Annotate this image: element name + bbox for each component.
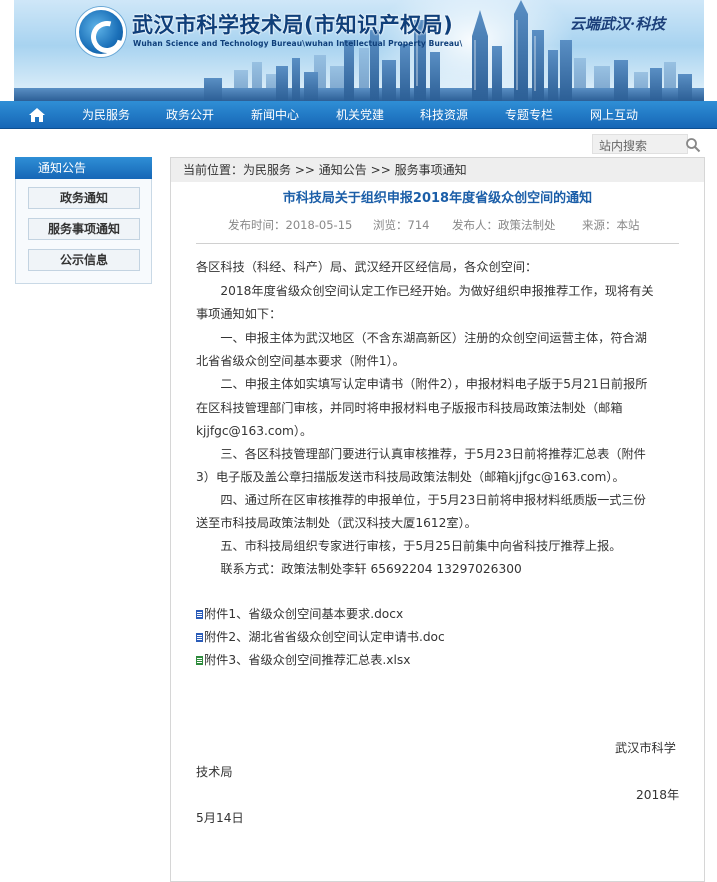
home-icon[interactable]: [28, 107, 46, 123]
signature-date: 2018年: [636, 788, 680, 802]
body-line: 一、申报主体为武汉地区（不含东湖高新区）注册的众创空间运营主体，符合湖: [196, 331, 647, 345]
attachment-link[interactable]: 附件3、省级众创空间推荐汇总表.xlsx: [196, 650, 410, 668]
signature-org-cont: 技术局: [196, 765, 233, 779]
body-line: kjjfgc@163.com）。: [196, 424, 313, 438]
attachment-link[interactable]: 附件1、省级众创空间基本要求.docx: [196, 604, 403, 622]
body-line: 各区科技（科经、科产）局、武汉经开区经信局，各众创空间：: [196, 260, 538, 274]
article-source: 来源：本站: [582, 218, 640, 232]
attachment-label[interactable]: 附件3、省级众创空间推荐汇总表.xlsx: [204, 653, 410, 667]
nav-item-service[interactable]: 为民服务: [82, 101, 130, 129]
breadcrumb-link-service[interactable]: 为民服务: [243, 163, 291, 177]
attachment-label[interactable]: 附件2、湖北省省级众创空间认定申请书.doc: [204, 630, 445, 644]
header-banner: 武汉市科学技术局(市知识产权局) Wuhan Science and Techn…: [14, 0, 704, 101]
article-title: 市科技局关于组织申报2018年度省级众创空间的通知: [282, 191, 593, 206]
word-file-icon: [196, 610, 203, 619]
site-slogan: 云端武汉·科技: [570, 15, 666, 33]
body-line: 北省省级众创空间基本要求（附件1）。: [196, 354, 405, 368]
article-date: 发布时间：2018-05-15: [228, 218, 353, 232]
article-views: 浏览：714: [373, 218, 430, 232]
main-nav: 为民服务 政务公开 新闻中心 机关党建 科技资源 专题专栏 网上互动: [0, 101, 717, 129]
body-line: 五、市科技局组织专家进行审核，于5月25日前集中向省科技厅推荐上报。: [196, 539, 622, 553]
body-line: 三、各区科技管理部门要进行认真审核推荐，于5月23日前将推荐汇总表（附件: [196, 447, 646, 461]
breadcrumb-current[interactable]: 服务事项通知: [395, 163, 467, 177]
body-line: 二、申报主体如实填写认定申请书（附件2），申报材料电子版于5月21日前报所: [196, 377, 648, 391]
nav-item-news[interactable]: 新闻中心: [251, 101, 299, 129]
breadcrumb-prefix: 当前位置：: [183, 163, 244, 177]
excel-file-icon: [196, 656, 203, 665]
search-icon[interactable]: [685, 137, 701, 153]
logo-icon: [76, 7, 126, 57]
body-line: 四、通过所在区审核推荐的申报单位，于5月23日前将申报材料纸质版一式三份: [196, 493, 646, 507]
search-placeholder: 站内搜索: [599, 139, 648, 153]
nav-item-public-affairs[interactable]: 政务公开: [166, 101, 214, 129]
title-divider: [196, 243, 679, 244]
article-publisher: 发布人：政策法制处: [452, 218, 556, 232]
body-line: 3）电子版及盖公章扫描版发送市科技局政策法制处（邮箱kjjfgc@163.com…: [196, 470, 625, 484]
signature-org: 武汉市科学: [615, 741, 676, 755]
nav-item-topics[interactable]: 专题专栏: [505, 101, 553, 129]
breadcrumb-separator: >>: [294, 163, 315, 177]
sidebar-item-gov-notice[interactable]: 政务通知: [28, 187, 140, 209]
breadcrumb-link-notice[interactable]: 通知公告: [319, 163, 367, 177]
nav-item-resources[interactable]: 科技资源: [420, 101, 468, 129]
body-line: 联系方式：政策法制处李轩 65692204 13297026300: [196, 562, 522, 576]
sidebar-item-service-notice[interactable]: 服务事项通知: [28, 218, 140, 240]
word-file-icon: [196, 633, 203, 642]
site-title: 武汉市科学技术局(市知识产权局): [132, 13, 454, 37]
nav-item-interaction[interactable]: 网上互动: [590, 101, 638, 129]
breadcrumb: 当前位置：为民服务 >> 通知公告 >> 服务事项通知: [171, 158, 704, 182]
attachment-link[interactable]: 附件2、湖北省省级众创空间认定申请书.doc: [196, 627, 445, 645]
body-line: 送至市科技局政策法制处（武汉科技大厦1612室）。: [196, 516, 477, 530]
signature-date-cont: 5月14日: [196, 811, 244, 825]
body-line: 事项通知如下：: [196, 307, 282, 321]
breadcrumb-separator: >>: [370, 163, 391, 177]
sidebar-item-publicity[interactable]: 公示信息: [28, 249, 140, 271]
sidebar-title: 通知公告: [15, 157, 152, 179]
site-subtitle: Wuhan Science and Technology Bureau\wuha…: [133, 39, 463, 48]
body-line: 2018年度省级众创空间认定工作已经开始。为做好组织申报推荐工作，现将有关: [196, 284, 654, 298]
nav-item-party[interactable]: 机关党建: [336, 101, 384, 129]
attachment-label[interactable]: 附件1、省级众创空间基本要求.docx: [204, 607, 403, 621]
body-line: 在区科技管理部门审核，并同时将申报材料电子版报市科技局政策法制处（邮箱: [196, 401, 623, 415]
